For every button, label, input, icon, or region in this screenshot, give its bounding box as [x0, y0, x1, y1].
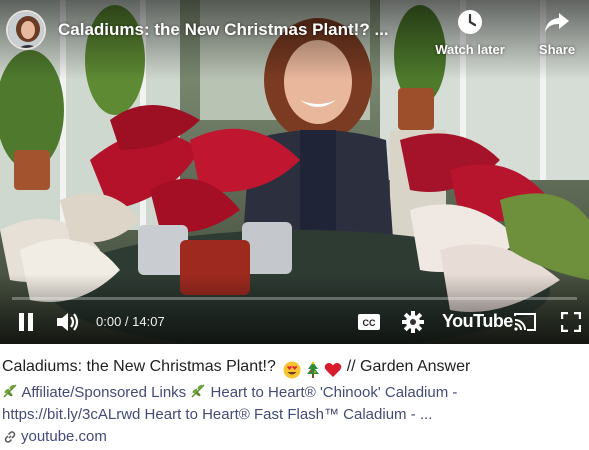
- heart-eyes-emoji-icon: [283, 361, 301, 379]
- channel-avatar[interactable]: [6, 10, 46, 50]
- share-button[interactable]: Share: [517, 8, 589, 57]
- cast-button[interactable]: [510, 304, 540, 340]
- pause-button[interactable]: [8, 304, 44, 340]
- preview-description: Affiliate/Sponsored Links Heart to Heart…: [2, 382, 587, 426]
- time-display: 0:00 / 14:07: [96, 314, 165, 329]
- description-line-1-rest: Heart to Heart® 'Chinook' Caladium -: [210, 384, 458, 401]
- preview-source-link[interactable]: youtube.com: [2, 426, 587, 448]
- fullscreen-button[interactable]: [556, 304, 586, 340]
- volume-icon: [57, 313, 79, 331]
- title-emojis: [283, 359, 342, 381]
- link-preview[interactable]: Caladiums: the New Christmas Plant!? // …: [2, 356, 587, 448]
- share-arrow-icon: [545, 13, 569, 32]
- preview-title-suffix: // Garden Answer: [346, 358, 471, 375]
- red-heart-emoji-icon: [324, 362, 342, 377]
- clock-icon: [458, 10, 482, 34]
- share-label: Share: [538, 42, 576, 57]
- captions-icon: CC: [358, 314, 380, 330]
- settings-button[interactable]: [398, 304, 428, 340]
- mistletoe-icon: [191, 384, 205, 398]
- captions-button[interactable]: CC: [354, 304, 384, 340]
- video-player[interactable]: Caladiums: the New Christmas Plant!? ...…: [0, 0, 589, 344]
- link-icon: [4, 431, 16, 443]
- preview-title-row: Caladiums: the New Christmas Plant!? // …: [2, 356, 587, 381]
- svg-text:CC: CC: [363, 318, 376, 328]
- cast-icon: [514, 313, 536, 331]
- gear-icon: [402, 311, 424, 333]
- youtube-logo-button[interactable]: YouTube: [442, 311, 513, 332]
- watch-later-button[interactable]: Watch later: [430, 8, 510, 57]
- christmas-tree-emoji-icon: [306, 361, 319, 378]
- description-line-1: Affiliate/Sponsored Links Heart to Heart…: [2, 382, 587, 404]
- description-line-2: https://bit.ly/3cALrwd Heart to Heart® F…: [2, 406, 433, 423]
- description-affiliate-text: Affiliate/Sponsored Links: [21, 384, 187, 401]
- watch-later-label: Watch later: [435, 42, 505, 57]
- pause-icon: [19, 313, 33, 331]
- progress-bar[interactable]: [12, 297, 577, 300]
- volume-button[interactable]: [50, 304, 86, 340]
- preview-title: Caladiums: the New Christmas Plant!?: [2, 358, 276, 375]
- preview-source-domain: youtube.com: [21, 428, 107, 445]
- fullscreen-icon: [561, 312, 581, 332]
- mistletoe-icon: [3, 384, 17, 398]
- player-controls: 0:00 / 14:07 CC YouTube: [0, 304, 589, 340]
- video-title[interactable]: Caladiums: the New Christmas Plant!? ...: [58, 20, 418, 40]
